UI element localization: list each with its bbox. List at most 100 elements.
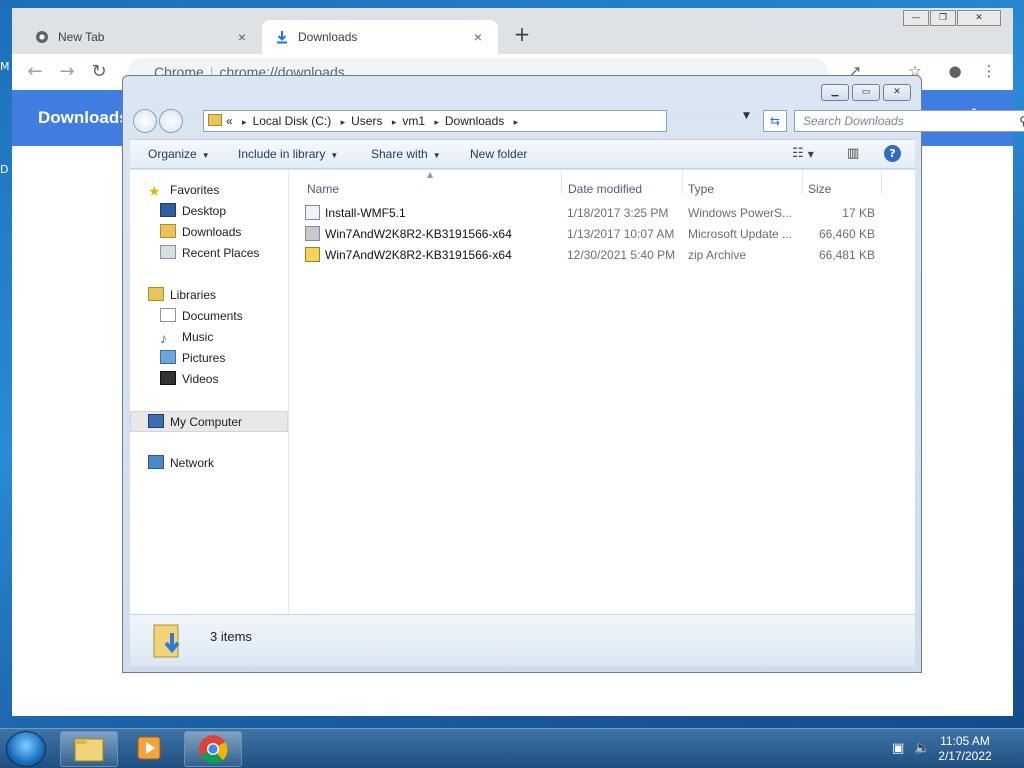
file-name: Win7AndW2K8R2-KB3191566-x64	[325, 227, 512, 241]
nav-label: Recent Places	[182, 246, 260, 260]
address-bar[interactable]: « ▸ Local Disk (C:) ▸ Users ▸ vm1 ▸ Download…	[203, 110, 667, 132]
view-options-icon[interactable]: ☷ ▼	[792, 146, 814, 161]
breadcrumb-separator[interactable]: ▸	[514, 117, 519, 127]
nav-libraries[interactable]: Libraries	[130, 285, 288, 306]
file-name-cell: Win7AndW2K8R2-KB3191566-x64	[305, 245, 512, 266]
include-in-library-button[interactable]: Include in library ▼	[238, 147, 338, 161]
breadcrumb-separator[interactable]: ▸	[242, 117, 247, 127]
libraries-icon	[148, 287, 164, 301]
videos-icon	[160, 371, 176, 385]
chrome-menu-icon[interactable]: ⋮	[978, 62, 1000, 80]
nav-label: Desktop	[182, 204, 227, 218]
file-row[interactable]: Install-WMF5.1 1/18/2017 3:25 PM Windows…	[305, 203, 885, 224]
nav-videos[interactable]: Videos	[130, 369, 288, 390]
breadcrumb-item[interactable]: vm1	[402, 114, 425, 128]
restore-button[interactable]: ❐	[930, 10, 956, 26]
clock-date: 2/17/2022	[938, 749, 992, 763]
tab-close-button[interactable]: ×	[470, 29, 486, 45]
help-icon[interactable]: ?	[884, 145, 901, 162]
taskbar-media-player-button[interactable]	[122, 731, 180, 767]
nav-label: Libraries	[170, 288, 217, 302]
taskbar-explorer-button[interactable]	[60, 731, 118, 767]
search-input[interactable]: Search Downloads ⚲	[794, 110, 1024, 132]
profile-icon[interactable]: ●	[944, 62, 966, 80]
nav-favorites[interactable]: ★ Favorites	[130, 180, 288, 201]
zip-archive-icon	[305, 247, 320, 262]
network-tray-icon[interactable]: ▣	[892, 741, 904, 756]
column-header-size[interactable]: Size	[808, 182, 831, 196]
breadcrumb-item[interactable]: Users	[351, 114, 382, 128]
file-name-cell: Win7AndW2K8R2-KB3191566-x64	[305, 224, 512, 245]
column-divider[interactable]	[802, 170, 803, 194]
reload-icon[interactable]: ↻	[88, 62, 110, 82]
address-dropdown-icon[interactable]: ▼	[743, 111, 750, 121]
chrome-titlebar: New Tab × Downloads × + — ❐ ✕	[12, 8, 1013, 54]
explorer-window-controls: ▁ ▭ ✕	[818, 84, 911, 101]
file-type: Microsoft Update ...	[688, 227, 793, 241]
breadcrumb-separator[interactable]: ▸	[341, 117, 346, 127]
include-in-library-label: Include in library	[238, 147, 326, 161]
search-icon[interactable]: ⚲	[1019, 111, 1024, 131]
organize-button[interactable]: Organize ▼	[148, 147, 210, 161]
volume-icon[interactable]: 🔈	[914, 741, 930, 756]
back-forward-buttons	[133, 108, 193, 134]
search-placeholder: Search Downloads	[803, 114, 904, 128]
breadcrumb-item[interactable]: Downloads	[445, 114, 504, 128]
nav-network[interactable]: Network	[130, 453, 288, 474]
nav-downloads[interactable]: Downloads	[130, 222, 288, 243]
file-date: 1/13/2017 10:07 AM	[567, 227, 675, 241]
desktop-icon	[160, 203, 176, 217]
sort-arrow-icon: ▲	[427, 170, 434, 179]
chrome-window-controls: — ❐ ✕	[902, 10, 1001, 26]
back-button[interactable]	[133, 109, 157, 133]
forward-arrow-icon[interactable]: →	[56, 62, 78, 82]
nav-label: Pictures	[182, 351, 226, 365]
breadcrumb-prefix[interactable]: «	[226, 114, 233, 128]
new-folder-button[interactable]: New folder	[470, 147, 527, 161]
share-with-label: Share with	[371, 147, 428, 161]
file-row[interactable]: Win7AndW2K8R2-KB3191566-x64 1/13/2017 10…	[305, 224, 885, 245]
column-divider[interactable]	[682, 170, 683, 194]
close-button[interactable]: ✕	[957, 10, 1001, 26]
nav-documents[interactable]: Documents	[130, 306, 288, 327]
address-row: « ▸ Local Disk (C:) ▸ Users ▸ vm1 ▸ Download…	[131, 108, 1024, 134]
column-header-date[interactable]: Date modified	[568, 182, 642, 196]
nav-label: Documents	[182, 309, 243, 323]
close-button[interactable]: ✕	[883, 84, 911, 101]
breadcrumb-item[interactable]: Local Disk (C:)	[253, 114, 332, 128]
nav-pictures[interactable]: Pictures	[130, 348, 288, 369]
preview-pane-icon[interactable]: ▥	[847, 146, 859, 161]
share-with-button[interactable]: Share with ▼	[371, 147, 441, 161]
new-tab-button[interactable]: +	[512, 22, 532, 50]
column-header-type[interactable]: Type	[688, 182, 714, 196]
tab-downloads[interactable]: Downloads ×	[262, 20, 498, 54]
tab-close-button[interactable]: ×	[234, 29, 250, 45]
file-name-cell: Install-WMF5.1	[305, 203, 406, 224]
clock[interactable]: 11:05 AM 2/17/2022	[930, 734, 1000, 764]
file-size: 66,460 KB	[818, 227, 875, 241]
taskbar-chrome-button[interactable]	[184, 731, 242, 767]
file-size: 17 KB	[842, 206, 875, 220]
tab-new-tab[interactable]: New Tab ×	[22, 20, 262, 54]
column-divider[interactable]	[561, 170, 562, 194]
back-arrow-icon[interactable]: ←	[24, 62, 46, 82]
start-button-icon[interactable]	[6, 731, 46, 767]
nav-my-computer[interactable]: My Computer	[130, 411, 288, 432]
minimize-button[interactable]: ▁	[821, 84, 849, 101]
star-icon: ★	[148, 183, 161, 199]
refresh-icon[interactable]: ⇆	[763, 110, 787, 132]
column-divider[interactable]	[881, 170, 882, 194]
maximize-button[interactable]: ▭	[852, 84, 880, 101]
breadcrumb-separator[interactable]: ▸	[392, 117, 397, 127]
nav-desktop[interactable]: Desktop	[130, 201, 288, 222]
column-header-name[interactable]: Name	[307, 182, 339, 196]
minimize-button[interactable]: —	[903, 10, 929, 26]
breadcrumb-separator[interactable]: ▸	[434, 117, 439, 127]
nav-music[interactable]: ♪ Music	[130, 327, 288, 348]
file-date: 12/30/2021 5:40 PM	[567, 248, 676, 262]
desktop-label-fragment: M	[0, 60, 10, 73]
nav-recent-places[interactable]: Recent Places	[130, 243, 288, 264]
forward-button[interactable]	[159, 109, 183, 133]
download-icon	[274, 29, 290, 45]
file-row[interactable]: Win7AndW2K8R2-KB3191566-x64 12/30/2021 5…	[305, 245, 885, 266]
